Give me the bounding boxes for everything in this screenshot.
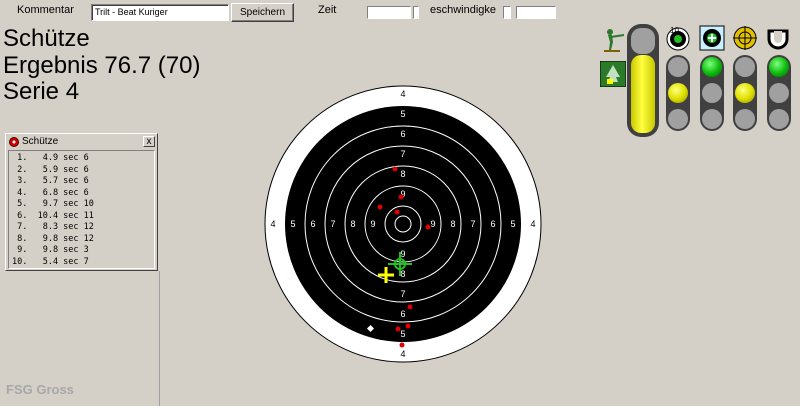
- ring-label-left-5: 5: [290, 219, 295, 229]
- crosshair-icon[interactable]: [732, 25, 758, 51]
- ring-label-bottom-4: 4: [400, 349, 405, 359]
- ring-label-top-6: 6: [400, 129, 405, 139]
- shot-hole: [407, 304, 413, 310]
- ring-label-bottom-5: 5: [400, 329, 405, 339]
- target-small-icon[interactable]: 10: [665, 25, 691, 51]
- status-light-column-1: [666, 55, 690, 131]
- status-light: [769, 83, 789, 103]
- status-light-column-3: [733, 55, 757, 131]
- gauge-fill: [631, 55, 655, 133]
- shot-hole: [392, 166, 398, 172]
- status-light-yellow: [735, 83, 755, 103]
- shot-hole: [377, 204, 383, 210]
- ring-label-left-8: 8: [350, 219, 355, 229]
- shooter-icon[interactable]: [600, 26, 626, 52]
- progress-gauge: [627, 24, 659, 137]
- horseshoe-icon[interactable]: [765, 25, 791, 51]
- plus-target-icon[interactable]: [699, 25, 725, 51]
- shot-hole: [394, 209, 400, 215]
- shot-hole: [395, 326, 401, 332]
- tree-icon[interactable]: [599, 60, 627, 88]
- ring-label-bottom-8: 8: [400, 269, 405, 279]
- ring-label-top-4: 4: [400, 89, 405, 99]
- ring-label-right-5: 5: [510, 219, 515, 229]
- ring-label-left-7: 7: [330, 219, 335, 229]
- shot-hole: [399, 342, 405, 348]
- shot-hole: [398, 194, 404, 200]
- status-light: [735, 57, 755, 77]
- status-light: [735, 109, 755, 129]
- status-light: [769, 109, 789, 129]
- ring-label-top-8: 8: [400, 169, 405, 179]
- status-light-yellow: [668, 83, 688, 103]
- ring-label-bottom-6: 6: [400, 309, 405, 319]
- ring-label-bottom-9: 9: [400, 249, 405, 259]
- ring-label-right-9: 9: [430, 219, 435, 229]
- gauge-top: [631, 28, 655, 54]
- ring-label-right-4: 4: [530, 219, 535, 229]
- shot-hole: [425, 224, 431, 230]
- ring-label-right-8: 8: [450, 219, 455, 229]
- ring-label-right-6: 6: [490, 219, 495, 229]
- ring-label-left-9: 9: [370, 219, 375, 229]
- ring-label-left-6: 6: [310, 219, 315, 229]
- status-light: [702, 83, 722, 103]
- status-light: [668, 57, 688, 77]
- status-light: [668, 109, 688, 129]
- lane-number: 10: [670, 26, 679, 35]
- shot-hole: [405, 323, 411, 329]
- status-light-column-2: [700, 55, 724, 131]
- target-black: [285, 106, 521, 342]
- ring-label-left-4: 4: [270, 219, 275, 229]
- ring-label-top-5: 5: [400, 109, 405, 119]
- ring-label-top-7: 7: [400, 149, 405, 159]
- status-light-green: [769, 57, 789, 77]
- ring-label-right-7: 7: [470, 219, 475, 229]
- status-light-column-4: [767, 55, 791, 131]
- status-light: [702, 109, 722, 129]
- ring-label-bottom-7: 7: [400, 289, 405, 299]
- status-light-green: [702, 57, 722, 77]
